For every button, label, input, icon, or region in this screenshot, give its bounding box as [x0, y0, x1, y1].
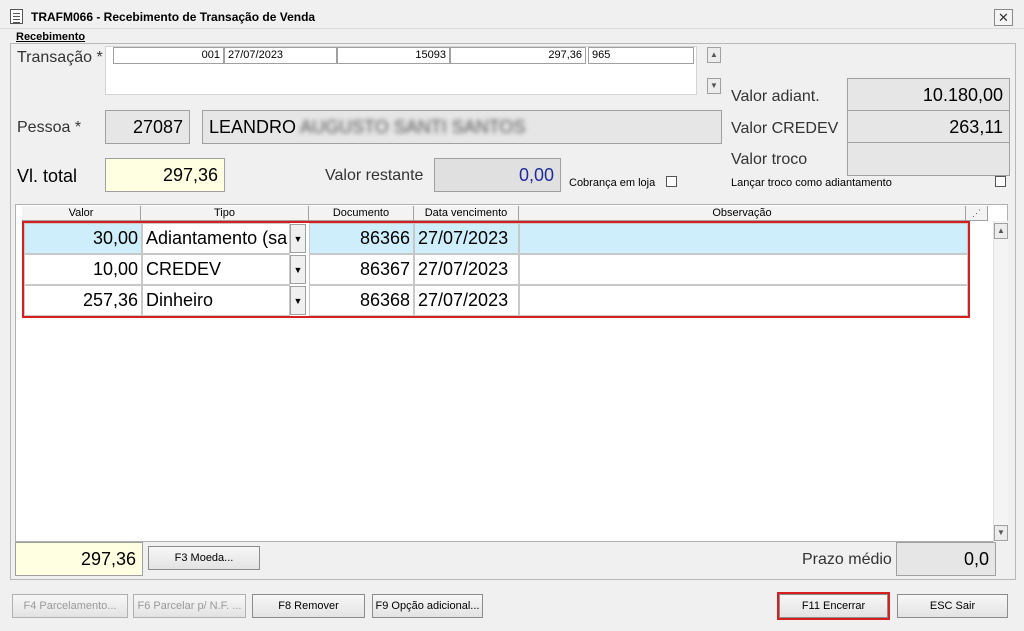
close-button[interactable]: ✕ — [994, 9, 1013, 26]
grid-scrollbar[interactable] — [993, 221, 1008, 542]
valor-troco-label: Valor troco — [731, 151, 808, 168]
pessoa-code-field: 27087 — [105, 110, 190, 144]
window-title: TRAFM066 - Recebimento de Transação de V… — [31, 10, 316, 24]
pessoa-label: Pessoa * — [17, 119, 82, 136]
valor-credev-label: Valor CREDEV — [731, 120, 839, 137]
grid-settings-icon[interactable]: ⋰ — [966, 206, 988, 221]
parcelar-nf-button[interactable]: F6 Parcelar p/ N.F. ... — [133, 594, 246, 618]
prazo-medio-field: 0,0 — [896, 542, 996, 576]
valor-adiant-label: Valor adiant. — [731, 88, 820, 105]
valor-restante-label: Valor restante — [325, 167, 424, 184]
valor-troco-field — [847, 142, 1010, 176]
grid-scroll-up-icon[interactable]: ▲ — [994, 223, 1008, 239]
grid-header-tipo[interactable]: Tipo — [141, 206, 309, 221]
valor-adiant-field: 10.180,00 — [847, 78, 1010, 112]
opcao-adicional-button[interactable]: F9 Opção adicional... — [372, 594, 483, 618]
vl-total-label: Vl. total — [17, 166, 78, 186]
valor-credev-field: 263,11 — [847, 110, 1010, 144]
remover-button[interactable]: F8 Remover — [252, 594, 365, 618]
cobranca-em-loja-checkbox[interactable] — [666, 176, 677, 187]
pessoa-name: LEANDRO — [209, 117, 297, 137]
transacao-scroll-up-icon[interactable]: ▲ — [707, 47, 721, 63]
transacao-col1[interactable]: 001 — [113, 47, 224, 64]
grid-scroll-down-icon[interactable]: ▼ — [994, 525, 1008, 541]
grid-header-valor[interactable]: Valor — [22, 206, 141, 221]
lancar-troco-checkbox[interactable] — [995, 176, 1006, 187]
transacao-scroll-down-icon[interactable]: ▼ — [707, 78, 721, 94]
rows-highlight — [22, 221, 970, 318]
grid-header-observacao[interactable]: Observação — [519, 206, 966, 221]
footer-total-field: 297,36 — [15, 542, 143, 576]
grid-header-data-vencimento[interactable]: Data vencimento — [414, 206, 519, 221]
moeda-button[interactable]: F3 Moeda... — [148, 546, 260, 570]
transacao-code[interactable]: 965 — [588, 47, 694, 64]
sair-button[interactable]: ESC Sair — [897, 594, 1008, 618]
prazo-medio-label: Prazo médio — [802, 551, 892, 568]
parcelamento-button[interactable]: F4 Parcelamento... — [12, 594, 128, 618]
transacao-label: Transação * — [17, 49, 103, 66]
grid-header-documento[interactable]: Documento — [309, 206, 414, 221]
lancar-troco-label: Lançar troco como adiantamento — [731, 177, 892, 189]
valor-restante-field: 0,00 — [434, 158, 561, 192]
transacao-date[interactable]: 27/07/2023 — [224, 47, 337, 64]
pessoa-name-field: LEANDRO AUGUSTO SANTI SANTOS — [202, 110, 722, 144]
transacao-value[interactable]: 297,36 — [450, 47, 586, 64]
group-label: Recebimento — [16, 31, 86, 43]
vl-total-field[interactable]: 297,36 — [105, 158, 225, 192]
encerrar-highlight — [777, 592, 890, 620]
document-icon — [10, 9, 23, 24]
pessoa-name-redacted: AUGUSTO SANTI SANTOS — [300, 117, 526, 137]
transacao-number[interactable]: 15093 — [337, 47, 450, 64]
cobranca-em-loja-label: Cobrança em loja — [569, 177, 656, 189]
